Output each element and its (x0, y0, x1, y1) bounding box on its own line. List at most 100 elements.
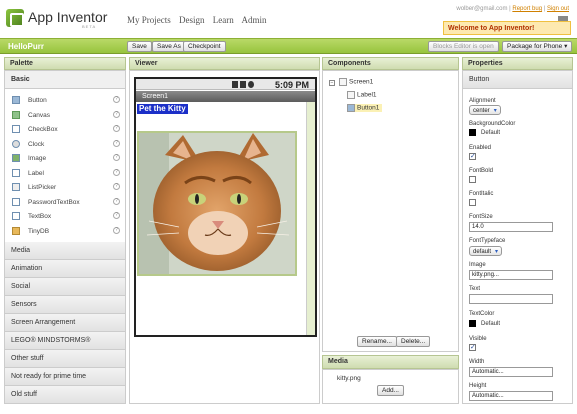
checkpoint-button[interactable]: Checkpoint (183, 41, 226, 52)
palette-item-textbox[interactable]: TextBox? (5, 209, 125, 224)
sign-out-link[interactable]: Sign out (547, 6, 569, 12)
textcolor-picker[interactable]: Default (469, 320, 500, 327)
app-name: App Inventor (28, 9, 108, 25)
bgcolor-value: Default (481, 130, 501, 137)
palette-section-old[interactable]: Old stuff (5, 386, 125, 404)
viewer-header: Viewer (129, 57, 320, 70)
help-icon[interactable]: ? (113, 139, 120, 147)
blocks-editor-button[interactable]: Blocks Editor is open (428, 41, 499, 52)
phone-scrollbar[interactable] (306, 102, 315, 335)
textbox-icon (12, 212, 20, 220)
tree-item-button1[interactable]: Button1 (347, 104, 383, 112)
help-icon[interactable]: ? (113, 96, 120, 103)
fontbold-checkbox[interactable] (469, 176, 476, 183)
button-icon (12, 96, 20, 104)
screen-icon (339, 78, 347, 86)
fonttypeface-label: FontTypeface (469, 238, 506, 244)
height-input[interactable]: Automatic... (469, 391, 553, 401)
palette-item-checkbox[interactable]: CheckBox? (5, 122, 125, 137)
screen-body: Pet the Kitty (136, 102, 306, 335)
palette-item-label: Label (28, 169, 44, 177)
palette-section-animation[interactable]: Animation (5, 260, 125, 278)
screen-title-bar: Screen1 (136, 91, 315, 102)
label-icon (12, 168, 20, 177)
palette-item-label: Canvas (28, 111, 51, 119)
palette-item-passwordtextbox[interactable]: PasswordTextBox? (5, 195, 125, 210)
collapse-icon[interactable]: − (329, 80, 335, 86)
color-swatch-icon (469, 129, 476, 136)
save-as-button[interactable]: Save As (152, 41, 186, 52)
report-bug-link[interactable]: Report bug (512, 6, 542, 12)
alignment-select[interactable]: center (469, 105, 501, 115)
add-media-button[interactable]: Add... (377, 385, 404, 396)
bgcolor-picker[interactable]: Default (469, 129, 500, 136)
fontsize-input[interactable]: 14.0 (469, 222, 553, 232)
help-icon[interactable]: ? (113, 154, 120, 161)
palette-section-screen-arrangement[interactable]: Screen Arrangement (5, 314, 125, 332)
fonttypeface-select[interactable]: default (469, 246, 503, 256)
nav-my-projects[interactable]: My Projects (127, 15, 171, 25)
checkbox-icon (12, 125, 20, 133)
nav-admin[interactable]: Admin (242, 15, 267, 25)
palette-section-social[interactable]: Social (5, 278, 125, 296)
image-label: Image (469, 262, 486, 268)
help-icon[interactable]: ? (113, 168, 120, 176)
palette-item-listpicker[interactable]: ListPicker? (5, 180, 125, 195)
nav-learn[interactable]: Learn (213, 15, 234, 25)
help-icon[interactable]: ? (113, 183, 120, 190)
enabled-checkbox[interactable]: ✓ (469, 153, 476, 160)
alignment-label: Alignment (469, 98, 496, 104)
delete-button[interactable]: Delete... (396, 336, 431, 347)
color-swatch-icon (469, 320, 476, 327)
properties-header: Properties (462, 57, 573, 70)
palette-item-label[interactable]: Label? (5, 166, 125, 181)
media-file-kitty[interactable]: kitty.png (337, 375, 361, 382)
palette-item-label: CheckBox (28, 126, 58, 133)
width-input[interactable]: Automatic... (469, 367, 553, 377)
help-icon[interactable]: ? (113, 125, 120, 132)
clock-icon (12, 139, 20, 148)
save-button[interactable]: Save (127, 41, 152, 52)
visible-checkbox[interactable]: ✓ (469, 344, 476, 351)
tree-item-screen1[interactable]: Screen1 (339, 78, 373, 86)
fontbold-label: FontBold (469, 168, 494, 174)
phone-status-bar: 5:09 PM (136, 79, 315, 90)
canvas-icon (12, 110, 20, 119)
palette-section-not-ready[interactable]: Not ready for prime time (5, 368, 125, 386)
palette-item-tinydb[interactable]: TinyDB? (5, 224, 125, 239)
palette-section-sensors[interactable]: Sensors (5, 296, 125, 314)
palette-item-button[interactable]: Button? (5, 93, 125, 108)
palette-item-image[interactable]: Image? (5, 151, 125, 166)
tree-item-label1[interactable]: Label1 (347, 91, 377, 99)
help-icon[interactable]: ? (113, 226, 120, 234)
banner-controls-icon[interactable] (558, 16, 568, 21)
text-input[interactable] (469, 294, 553, 304)
nav-design[interactable]: Design (179, 15, 205, 25)
bgcolor-label: BackgroundColor (469, 121, 516, 127)
palette-section-basic[interactable]: Basic (5, 71, 125, 89)
button1-kitty-image[interactable] (137, 131, 297, 276)
palette-item-label: Button (28, 97, 47, 104)
tinydb-icon (12, 226, 20, 235)
image-input[interactable]: kitty.png... (469, 270, 553, 280)
components-panel: − Screen1 Label1 Button1 Rename... Delet… (322, 70, 459, 352)
fontitalic-checkbox[interactable] (469, 199, 476, 206)
palette-item-canvas[interactable]: Canvas? (5, 108, 125, 123)
welcome-text: Welcome to App Inventor! (448, 25, 535, 32)
palette-section-media[interactable]: Media (5, 242, 125, 260)
project-toolbar: HelloPurr Save Save As Checkpoint Blocks… (0, 38, 577, 54)
palette-item-label: TinyDB (28, 227, 50, 235)
palette-section-other[interactable]: Other stuff (5, 350, 125, 368)
help-icon[interactable]: ? (113, 197, 120, 205)
rename-button[interactable]: Rename... (357, 336, 397, 347)
signal-battery-icon (232, 81, 266, 88)
palette-basic-items: Button? Canvas? CheckBox? Clock? Image? … (5, 89, 125, 242)
palette-section-lego[interactable]: LEGO® MINDSTORMS® (5, 332, 125, 350)
account-bar: wolber@gmail.com | Report bug | Sign out (456, 6, 569, 12)
package-for-phone-dropdown[interactable]: Package for Phone ▾ (502, 41, 573, 52)
help-icon[interactable]: ? (113, 110, 120, 118)
components-header: Components (322, 57, 459, 70)
palette-item-clock[interactable]: Clock? (5, 137, 125, 152)
help-icon[interactable]: ? (113, 212, 120, 219)
label1-preview[interactable]: Pet the Kitty (137, 104, 188, 114)
